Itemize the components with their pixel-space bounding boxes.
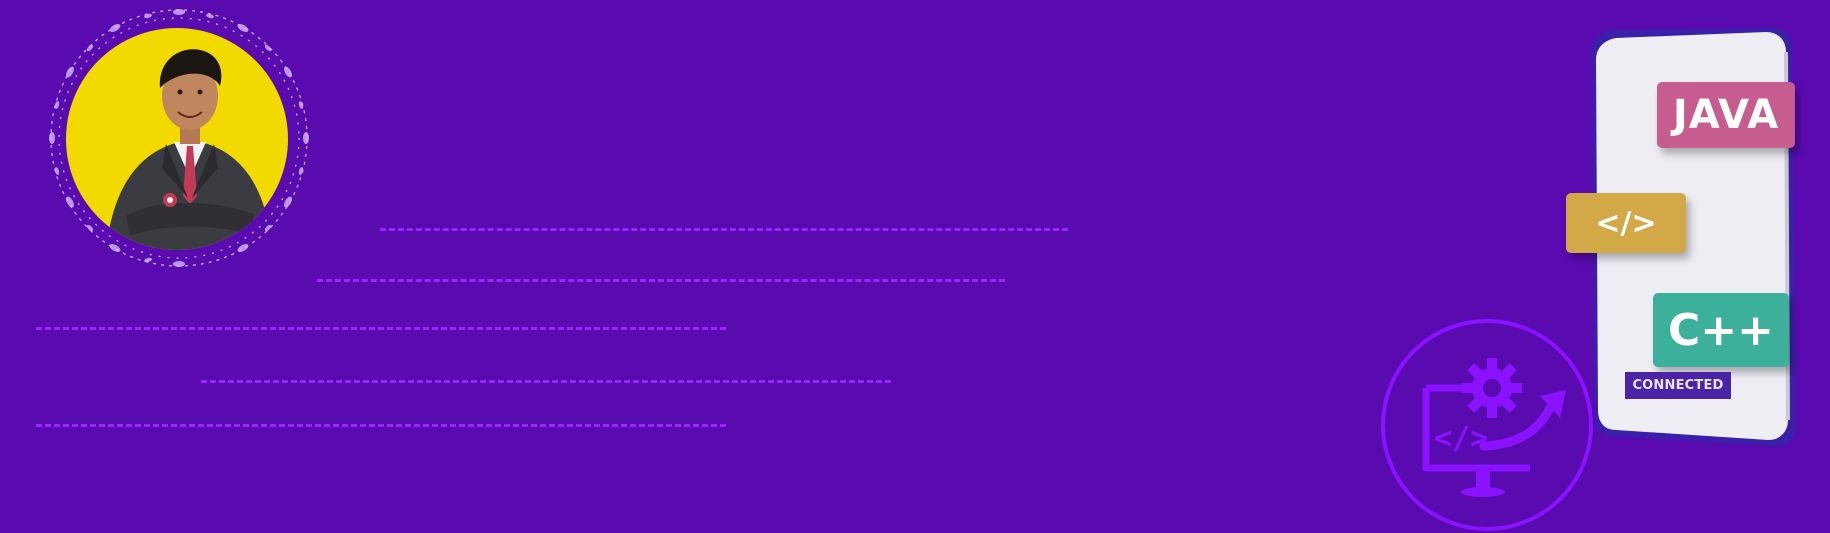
- placeholder-line-3: [36, 327, 726, 330]
- person-portrait-icon: [106, 49, 272, 250]
- cpp-tag-label: C++: [1667, 304, 1775, 356]
- code-glyph: </>: [1434, 421, 1488, 456]
- connected-status-label: CONNECTED: [1632, 378, 1724, 393]
- placeholder-line-2: [317, 279, 1005, 282]
- placeholder-line-5: [36, 424, 726, 427]
- placeholder-line-1: [380, 228, 1068, 231]
- profile-portrait: [66, 28, 288, 250]
- connected-status-badge: CONNECTED: [1625, 372, 1731, 399]
- code-tag: </>: [1566, 193, 1686, 253]
- code-tag-label: </>: [1595, 205, 1657, 241]
- cpp-tag: C++: [1653, 293, 1789, 367]
- java-tag: JAVA: [1657, 82, 1795, 148]
- java-tag-label: JAVA: [1672, 92, 1780, 138]
- placeholder-line-4: [201, 380, 891, 383]
